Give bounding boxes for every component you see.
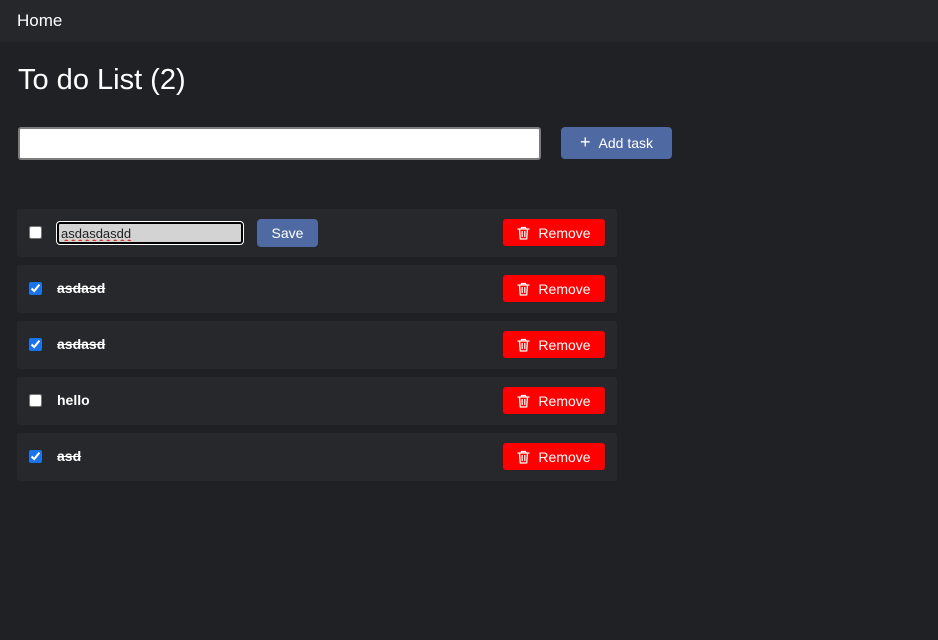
- trash-icon: [517, 226, 531, 240]
- task-label: hello: [57, 392, 90, 408]
- trash-icon: [517, 338, 531, 352]
- add-task-label: Add task: [598, 135, 653, 151]
- task-row: hello Remove: [17, 377, 617, 425]
- task-checkbox[interactable]: [29, 338, 42, 351]
- task-row: asd Remove: [17, 433, 617, 481]
- remove-button[interactable]: Remove: [503, 387, 605, 414]
- remove-label: Remove: [538, 336, 591, 353]
- remove-label: Remove: [538, 280, 591, 297]
- add-task-button[interactable]: + Add task: [561, 127, 672, 159]
- task-checkbox[interactable]: [29, 450, 42, 463]
- task-list: Save Remove asdasd Remove asdasd Remove: [17, 209, 617, 489]
- remove-button[interactable]: Remove: [503, 331, 605, 358]
- remove-button[interactable]: Remove: [503, 443, 605, 470]
- remove-label: Remove: [538, 224, 591, 241]
- new-task-input[interactable]: [18, 127, 541, 160]
- trash-icon: [517, 282, 531, 296]
- plus-icon: +: [580, 132, 591, 152]
- task-row: asdasd Remove: [17, 321, 617, 369]
- task-label: asdasd: [57, 280, 106, 296]
- remove-label: Remove: [538, 448, 591, 465]
- remove-button[interactable]: Remove: [503, 275, 605, 302]
- task-edit-input[interactable]: [56, 221, 244, 245]
- task-label: asd: [57, 448, 82, 464]
- task-label: asdasd: [57, 336, 106, 352]
- top-nav-bar: Home: [0, 0, 938, 42]
- home-link[interactable]: Home: [17, 11, 62, 31]
- trash-icon: [517, 450, 531, 464]
- task-row: asdasd Remove: [17, 265, 617, 313]
- trash-icon: [517, 394, 531, 408]
- task-checkbox[interactable]: [29, 226, 42, 239]
- save-button[interactable]: Save: [257, 219, 318, 247]
- page-title: To do List (2): [18, 64, 186, 96]
- task-checkbox[interactable]: [29, 394, 42, 407]
- task-row: Save Remove: [17, 209, 617, 257]
- remove-label: Remove: [538, 392, 591, 409]
- remove-button[interactable]: Remove: [503, 219, 605, 246]
- task-checkbox[interactable]: [29, 282, 42, 295]
